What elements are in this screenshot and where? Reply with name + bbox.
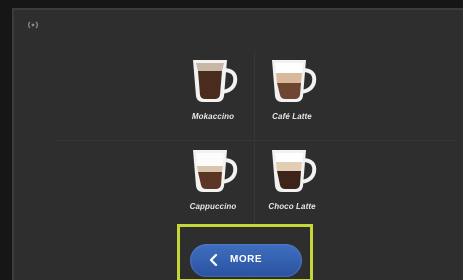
wireless-icon bbox=[28, 21, 38, 29]
drink-label: Choco Latte bbox=[268, 202, 316, 211]
chevron-left-icon bbox=[209, 253, 218, 267]
choco-latte-cup-icon bbox=[272, 150, 317, 192]
more-button-label: MORE bbox=[230, 254, 262, 265]
drink-choco-latte[interactable]: Choco Latte bbox=[237, 144, 347, 229]
mocha-cup-icon bbox=[193, 60, 238, 102]
cappuccino-cup-icon bbox=[193, 150, 238, 192]
drink-label: Café Latte bbox=[272, 112, 312, 121]
grid-divider-horizontal bbox=[54, 140, 454, 141]
drink-cafe-latte[interactable]: Café Latte bbox=[237, 54, 347, 139]
more-button[interactable]: MORE bbox=[190, 244, 302, 277]
latte-cup-icon bbox=[272, 60, 317, 102]
touch-screen: Mokaccino Café Latte Cappuccino Choco La… bbox=[12, 8, 463, 280]
